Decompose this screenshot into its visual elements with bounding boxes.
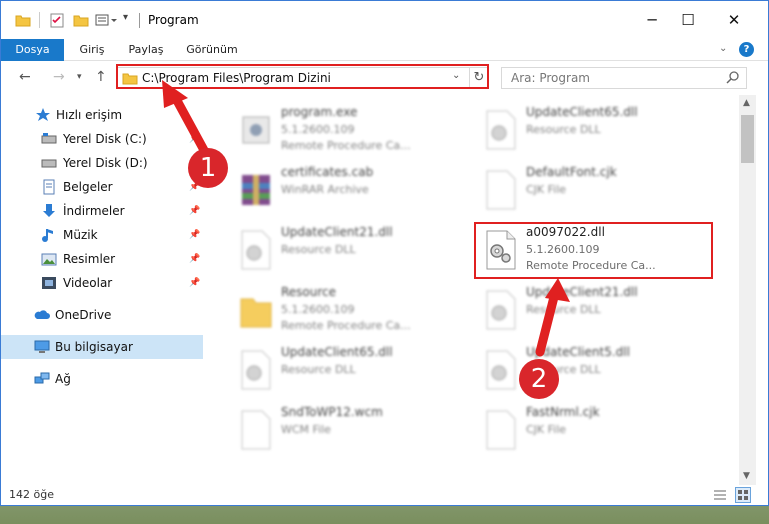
annotation-arrows bbox=[162, 80, 570, 357]
arrow-2 bbox=[535, 278, 570, 357]
step-badge-1: 1 bbox=[188, 148, 228, 188]
arrow-1 bbox=[162, 80, 210, 157]
step-badge-2: 2 bbox=[519, 359, 559, 399]
